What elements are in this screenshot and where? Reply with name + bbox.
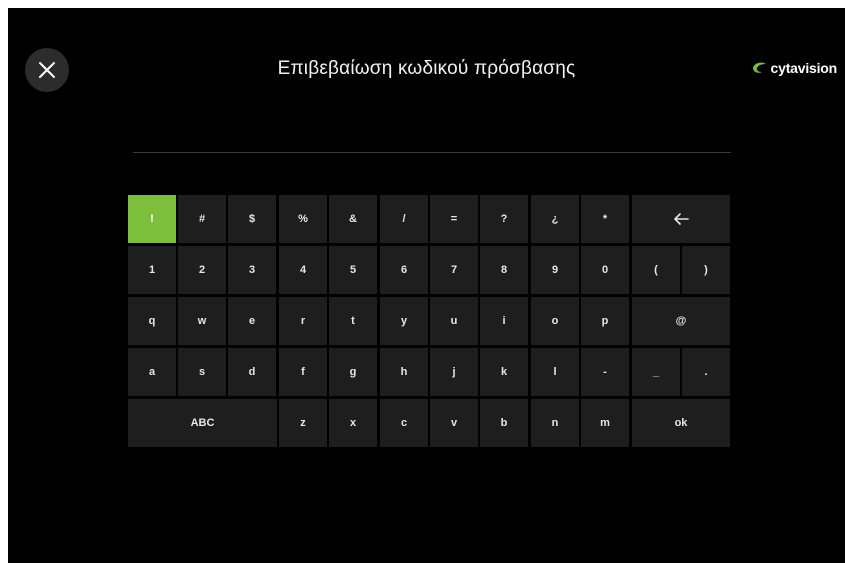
key-7[interactable]: 7 xyxy=(430,246,478,294)
key-0[interactable]: 0 xyxy=(581,246,629,294)
cytavision-logo: cytavision xyxy=(752,60,837,76)
key-6[interactable]: 6 xyxy=(380,246,428,294)
key-y[interactable]: y xyxy=(380,297,428,345)
key-3[interactable]: 3 xyxy=(228,246,276,294)
abc-mode-key[interactable]: ABC xyxy=(128,399,277,447)
key-v[interactable]: v xyxy=(430,399,478,447)
key-b[interactable]: b xyxy=(480,399,528,447)
key-g[interactable]: g xyxy=(329,348,377,396)
page-title: Επιβεβαίωση κωδικού πρόσβασης xyxy=(277,58,576,79)
on-screen-keyboard: ! # $ % & / = ? ¿ * 1 2 3 4 5 6 7 8 9 0 … xyxy=(128,195,732,447)
key-at[interactable]: @ xyxy=(632,297,730,345)
key-e[interactable]: e xyxy=(228,297,276,345)
key-question[interactable]: ? xyxy=(480,195,528,243)
key-close-paren[interactable]: ) xyxy=(682,246,730,294)
key-w[interactable]: w xyxy=(178,297,226,345)
ok-key[interactable]: ok xyxy=(632,399,730,447)
key-slash[interactable]: / xyxy=(380,195,428,243)
key-k[interactable]: k xyxy=(480,348,528,396)
key-i[interactable]: i xyxy=(480,297,528,345)
logo-text: cytavision xyxy=(770,60,838,76)
key-inverted-question[interactable]: ¿ xyxy=(531,195,579,243)
key-percent[interactable]: % xyxy=(279,195,327,243)
logo-swirl-icon xyxy=(752,62,766,73)
password-input-underline[interactable] xyxy=(133,152,731,153)
key-j[interactable]: j xyxy=(430,348,478,396)
key-c[interactable]: c xyxy=(380,399,428,447)
app-screen: Επιβεβαίωση κωδικού πρόσβασης cytavision… xyxy=(8,8,845,563)
key-2[interactable]: 2 xyxy=(178,246,226,294)
key-exclamation[interactable]: ! xyxy=(128,195,176,243)
key-s[interactable]: s xyxy=(178,348,226,396)
key-ampersand[interactable]: & xyxy=(329,195,377,243)
key-t[interactable]: t xyxy=(329,297,377,345)
key-1[interactable]: 1 xyxy=(128,246,176,294)
key-period[interactable]: . xyxy=(682,348,730,396)
key-a[interactable]: a xyxy=(128,348,176,396)
key-equals[interactable]: = xyxy=(430,195,478,243)
key-q[interactable]: q xyxy=(128,297,176,345)
key-o[interactable]: o xyxy=(531,297,579,345)
key-n[interactable]: n xyxy=(531,399,579,447)
key-r[interactable]: r xyxy=(279,297,327,345)
key-4[interactable]: 4 xyxy=(279,246,327,294)
key-u[interactable]: u xyxy=(430,297,478,345)
key-9[interactable]: 9 xyxy=(531,246,579,294)
key-8[interactable]: 8 xyxy=(480,246,528,294)
key-d[interactable]: d xyxy=(228,348,276,396)
key-f[interactable]: f xyxy=(279,348,327,396)
key-asterisk[interactable]: * xyxy=(581,195,629,243)
key-underscore[interactable]: _ xyxy=(632,348,680,396)
key-dollar[interactable]: $ xyxy=(228,195,276,243)
key-p[interactable]: p xyxy=(581,297,629,345)
backspace-key[interactable] xyxy=(632,195,730,243)
key-m[interactable]: m xyxy=(581,399,629,447)
key-x[interactable]: x xyxy=(329,399,377,447)
key-5[interactable]: 5 xyxy=(329,246,377,294)
key-open-paren[interactable]: ( xyxy=(632,246,680,294)
key-hash[interactable]: # xyxy=(178,195,226,243)
key-hyphen[interactable]: - xyxy=(581,348,629,396)
key-l[interactable]: l xyxy=(531,348,579,396)
key-h[interactable]: h xyxy=(380,348,428,396)
key-z[interactable]: z xyxy=(279,399,327,447)
backspace-arrow-icon xyxy=(674,213,689,225)
